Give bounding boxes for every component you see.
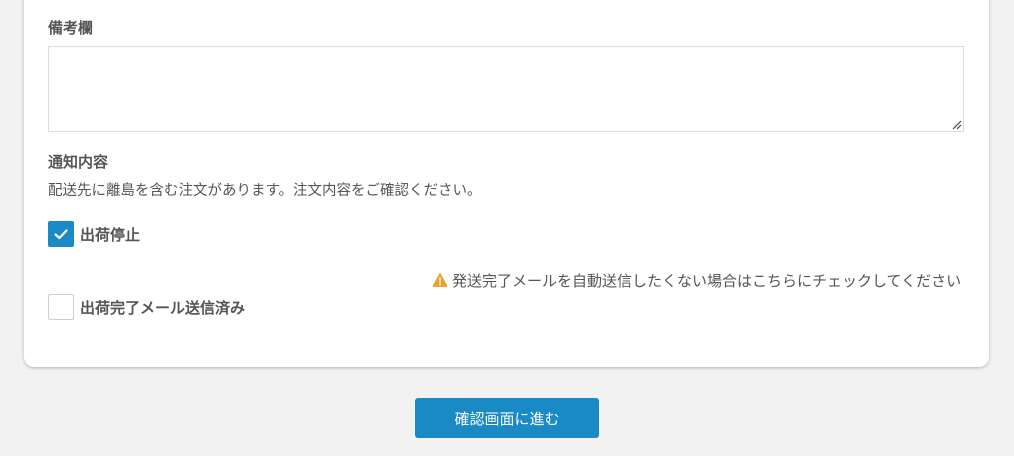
shipping-mail-sent-label[interactable]: 出荷完了メール送信済み [80, 297, 245, 318]
warning-message: 発送完了メールを自動送信したくない場合はこちらにチェックしてください [432, 270, 961, 290]
remarks-label: 備考欄 [48, 19, 94, 37]
shipping-mail-sent-checkbox[interactable] [48, 294, 74, 320]
stop-shipping-label[interactable]: 出荷停止 [80, 224, 140, 245]
stop-shipping-checkbox[interactable] [48, 221, 74, 247]
confirm-button[interactable]: 確認画面に進む [415, 398, 599, 438]
checkmark-icon [54, 229, 68, 240]
remarks-textarea[interactable] [48, 46, 964, 132]
warning-text: 発送完了メールを自動送信したくない場合はこちらにチェックしてください [452, 271, 962, 290]
resize-handle-icon[interactable] [951, 119, 962, 130]
warning-icon [432, 272, 448, 287]
notice-text: 配送先に離島を含む注文があります。注文内容をご確認ください。 [48, 183, 482, 199]
notice-label: 通知内容 [48, 153, 109, 171]
